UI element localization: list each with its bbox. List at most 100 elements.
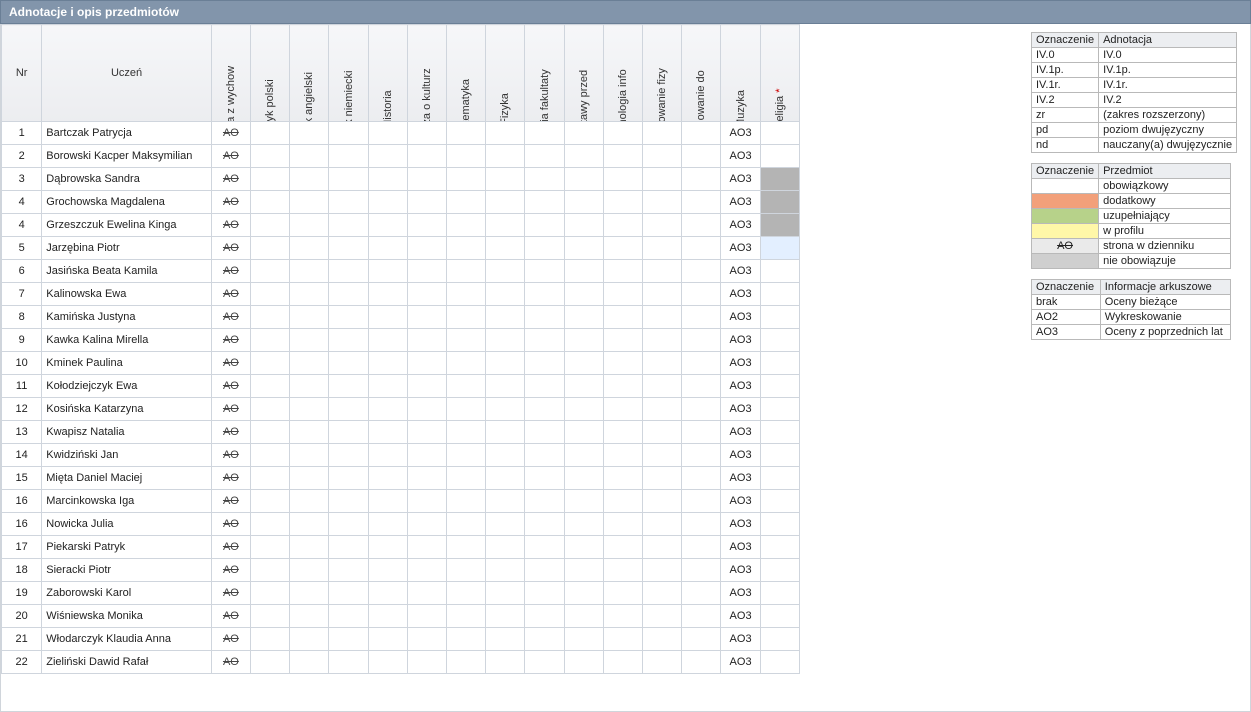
cell-subject[interactable]	[368, 605, 407, 628]
cell-subject[interactable]	[603, 421, 642, 444]
cell-subject[interactable]	[447, 490, 486, 513]
cell-subject[interactable]	[447, 329, 486, 352]
table-row[interactable]: 17Piekarski PatrykAOAO3	[2, 536, 800, 559]
cell-subject[interactable]: AO	[211, 513, 250, 536]
cell-subject[interactable]	[564, 605, 603, 628]
col-subject-header[interactable]: Matematyka	[447, 25, 486, 122]
cell-subject[interactable]	[643, 513, 682, 536]
cell-subject[interactable]	[329, 122, 368, 145]
table-row[interactable]: 12Kosińska KatarzynaAOAO3	[2, 398, 800, 421]
cell-subject[interactable]	[643, 444, 682, 467]
cell-subject[interactable]	[290, 122, 329, 145]
cell-subject[interactable]: AO	[211, 283, 250, 306]
cell-subject[interactable]	[251, 628, 290, 651]
cell-subject[interactable]: AO	[211, 536, 250, 559]
cell-subject[interactable]	[290, 398, 329, 421]
cell-subject[interactable]: AO	[211, 191, 250, 214]
cell-subject[interactable]	[329, 145, 368, 168]
cell-subject[interactable]	[682, 628, 721, 651]
col-subject-header[interactable]: Podstawy przed	[564, 25, 603, 122]
col-subject-header[interactable]: Fizyka	[486, 25, 525, 122]
cell-subject[interactable]	[407, 513, 446, 536]
cell-subject[interactable]	[525, 352, 564, 375]
cell-subject[interactable]	[368, 260, 407, 283]
cell-subject[interactable]	[525, 467, 564, 490]
cell-subject[interactable]: AO3	[721, 559, 760, 582]
cell-subject[interactable]	[329, 237, 368, 260]
table-row[interactable]: 6Jasińska Beata KamilaAOAO3	[2, 260, 800, 283]
cell-subject[interactable]	[760, 237, 799, 260]
cell-subject[interactable]	[564, 145, 603, 168]
cell-subject[interactable]	[290, 444, 329, 467]
cell-subject[interactable]	[407, 444, 446, 467]
cell-subject[interactable]	[329, 651, 368, 674]
cell-subject[interactable]	[251, 421, 290, 444]
cell-subject[interactable]	[329, 467, 368, 490]
cell-subject[interactable]	[251, 490, 290, 513]
cell-subject[interactable]: AO	[211, 329, 250, 352]
cell-subject[interactable]	[643, 237, 682, 260]
table-row[interactable]: 4Grochowska MagdalenaAOAO3	[2, 191, 800, 214]
cell-subject[interactable]	[760, 214, 799, 237]
cell-subject[interactable]	[603, 375, 642, 398]
cell-subject[interactable]	[525, 329, 564, 352]
cell-subject[interactable]	[290, 283, 329, 306]
table-row[interactable]: 7Kalinowska EwaAOAO3	[2, 283, 800, 306]
cell-subject[interactable]	[447, 513, 486, 536]
cell-subject[interactable]	[329, 582, 368, 605]
cell-subject[interactable]	[329, 559, 368, 582]
cell-subject[interactable]	[407, 191, 446, 214]
cell-subject[interactable]: AO3	[721, 582, 760, 605]
cell-subject[interactable]	[486, 421, 525, 444]
cell-subject[interactable]	[486, 628, 525, 651]
cell-subject[interactable]	[603, 168, 642, 191]
cell-subject[interactable]	[290, 513, 329, 536]
cell-subject[interactable]	[525, 536, 564, 559]
table-row[interactable]: 11Kołodziejczyk EwaAOAO3	[2, 375, 800, 398]
cell-subject[interactable]	[368, 375, 407, 398]
cell-subject[interactable]	[525, 191, 564, 214]
cell-subject[interactable]	[447, 237, 486, 260]
col-nr-header[interactable]: Nr	[2, 25, 42, 122]
cell-subject[interactable]	[643, 536, 682, 559]
cell-subject[interactable]	[682, 375, 721, 398]
cell-subject[interactable]	[643, 306, 682, 329]
cell-subject[interactable]: AO3	[721, 375, 760, 398]
cell-subject[interactable]	[643, 628, 682, 651]
cell-subject[interactable]	[290, 260, 329, 283]
cell-subject[interactable]: AO	[211, 375, 250, 398]
table-row[interactable]: 1Bartczak PatrycjaAOAO3	[2, 122, 800, 145]
cell-subject[interactable]	[407, 329, 446, 352]
cell-subject[interactable]	[603, 582, 642, 605]
cell-subject[interactable]	[603, 513, 642, 536]
cell-subject[interactable]	[603, 329, 642, 352]
cell-subject[interactable]	[682, 398, 721, 421]
cell-subject[interactable]	[564, 375, 603, 398]
col-subject-header[interactable]: Zajęcia fakultaty	[525, 25, 564, 122]
cell-subject[interactable]	[603, 398, 642, 421]
cell-subject[interactable]	[760, 467, 799, 490]
cell-subject[interactable]	[290, 237, 329, 260]
cell-subject[interactable]: AO	[211, 306, 250, 329]
cell-subject[interactable]	[564, 329, 603, 352]
cell-subject[interactable]	[525, 582, 564, 605]
cell-subject[interactable]	[760, 260, 799, 283]
cell-subject[interactable]	[290, 145, 329, 168]
table-row[interactable]: 14Kwidziński JanAOAO3	[2, 444, 800, 467]
cell-subject[interactable]: AO3	[721, 214, 760, 237]
cell-subject[interactable]	[682, 490, 721, 513]
cell-subject[interactable]	[760, 398, 799, 421]
cell-subject[interactable]: AO3	[721, 398, 760, 421]
cell-subject[interactable]	[329, 444, 368, 467]
cell-subject[interactable]: AO	[211, 398, 250, 421]
cell-subject[interactable]	[603, 559, 642, 582]
cell-subject[interactable]	[486, 329, 525, 352]
cell-subject[interactable]	[290, 536, 329, 559]
cell-subject[interactable]	[525, 122, 564, 145]
cell-subject[interactable]	[407, 467, 446, 490]
cell-subject[interactable]	[251, 605, 290, 628]
cell-subject[interactable]	[447, 536, 486, 559]
cell-subject[interactable]	[407, 283, 446, 306]
cell-subject[interactable]	[564, 260, 603, 283]
cell-subject[interactable]	[447, 421, 486, 444]
